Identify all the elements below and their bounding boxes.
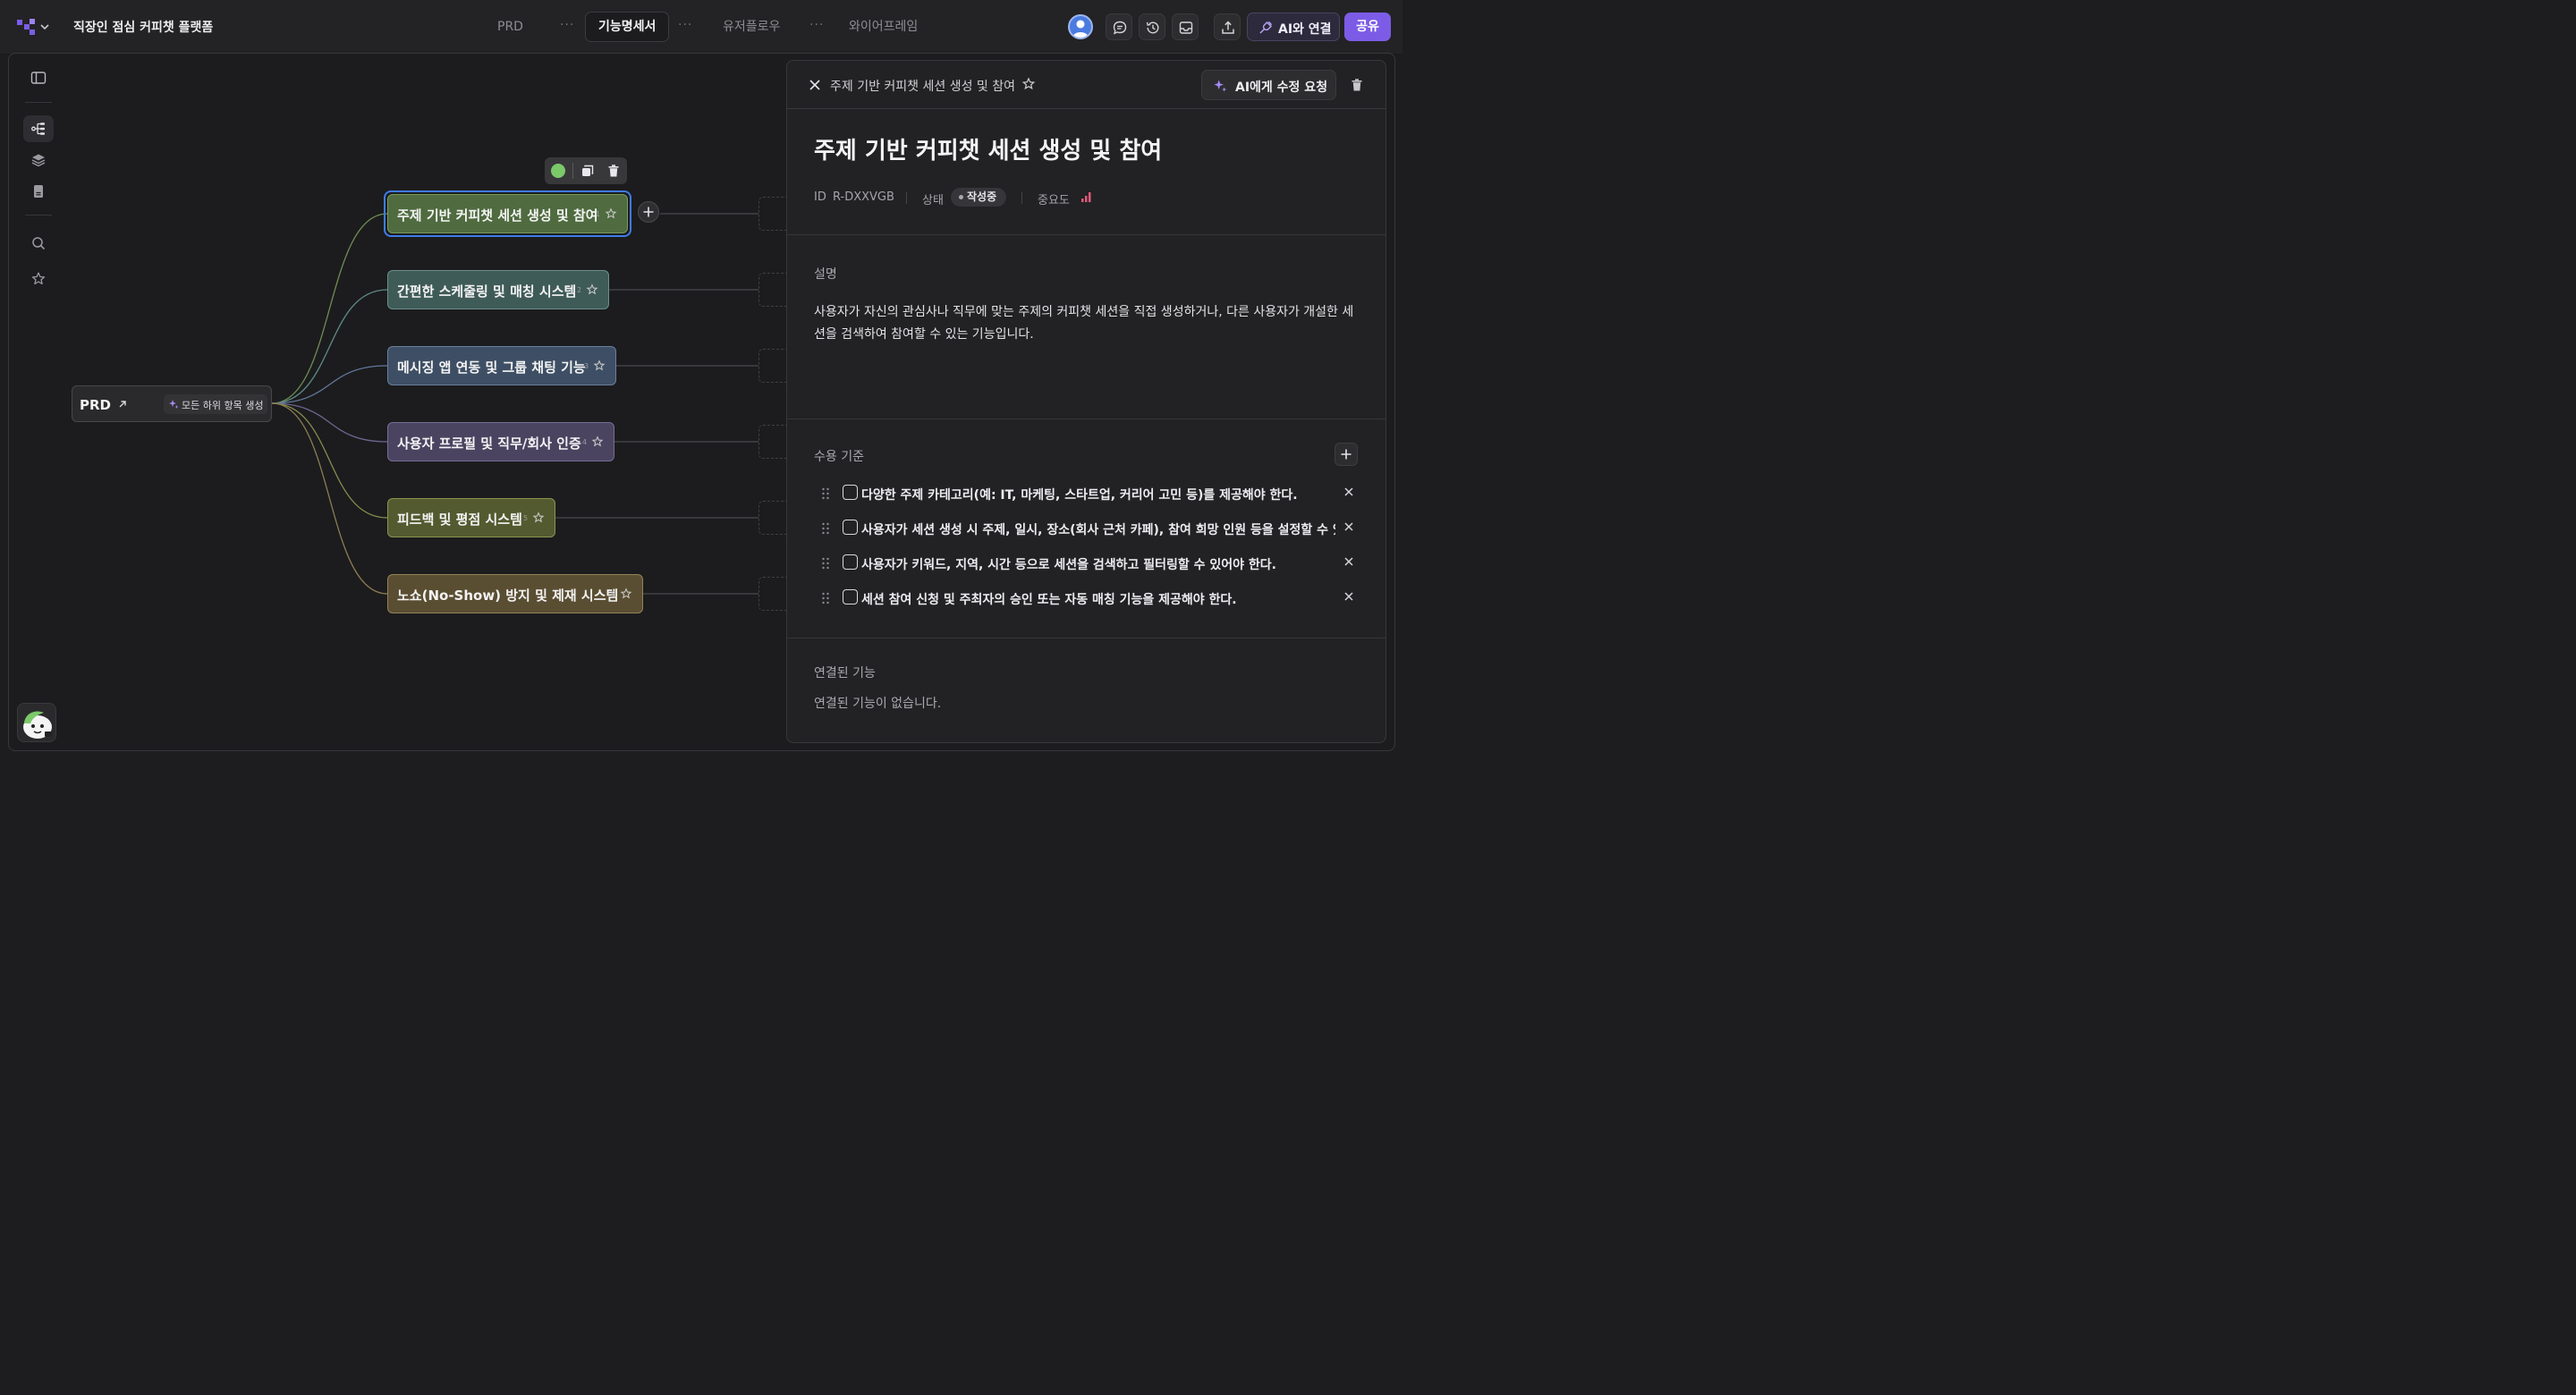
- feature-node-label: 간편한 스케줄링 및 매칭 시스템: [397, 283, 577, 300]
- feature-node-number: 2: [577, 286, 582, 294]
- feature-node-3[interactable]: 메시징 앱 연동 및 그룹 채팅 기능 3: [387, 346, 616, 385]
- acceptance-criteria-label: 수용 기준: [814, 450, 864, 464]
- open-arrow-icon[interactable]: [117, 399, 128, 410]
- node-status-color-button[interactable]: [551, 164, 565, 178]
- remove-criterion-icon[interactable]: [1343, 521, 1354, 532]
- feature-node-1[interactable]: 주제 기반 커피챗 세션 생성 및 참여 1: [387, 194, 628, 233]
- generate-all-children-button[interactable]: 모든 하위 항목 생성: [164, 394, 267, 414]
- star-icon[interactable]: [593, 359, 606, 372]
- feature-node-label: 메시징 앱 연동 및 그룹 채팅 기능: [397, 359, 586, 376]
- drag-handle-icon[interactable]: [821, 557, 830, 570]
- criterion-text[interactable]: 다양한 주제 카테고리(예: IT, 마케팅, 스타트업, 커리어 고민 등)를…: [861, 486, 1335, 503]
- remove-criterion-icon[interactable]: [1343, 486, 1354, 497]
- duplicate-icon[interactable]: [580, 164, 595, 178]
- remove-criterion-icon[interactable]: [1343, 556, 1354, 567]
- star-icon[interactable]: [1021, 77, 1036, 91]
- acceptance-criterion-row: 사용자가 세션 생성 시 주제, 일시, 장소(회사 근처 카페), 참여 희망…: [787, 514, 1385, 541]
- id-label: ID: [814, 190, 826, 204]
- status-value: 작성중: [967, 190, 997, 203]
- add-acceptance-criterion-button[interactable]: [1335, 443, 1358, 466]
- acceptance-criterion-row: 사용자가 키워드, 지역, 시간 등으로 세션을 검색하고 필터링할 수 있어야…: [787, 549, 1385, 576]
- panel-header: 주제 기반 커피챗 세션 생성 및 참여 AI에게 수정 요청: [787, 61, 1385, 109]
- criterion-checkbox[interactable]: [843, 520, 858, 535]
- feature-detail-panel: 주제 기반 커피챗 세션 생성 및 참여 AI에게 수정 요청 주제 기반 커피…: [786, 60, 1386, 743]
- ai-edit-request-button[interactable]: AI에게 수정 요청: [1201, 70, 1336, 100]
- drag-handle-icon[interactable]: [821, 487, 830, 500]
- priority-label: 중요도: [1038, 194, 1070, 207]
- drag-handle-icon[interactable]: [821, 522, 830, 535]
- feature-node-6[interactable]: 노쇼(No-Show) 방지 및 제재 시스템 6: [387, 574, 643, 613]
- plus-icon: [1341, 449, 1352, 460]
- feature-node-number: 5: [523, 514, 529, 522]
- node-toolbar: [545, 157, 627, 184]
- priority-bars-icon[interactable]: [1080, 190, 1093, 203]
- criterion-text[interactable]: 사용자가 세션 생성 시 주제, 일시, 장소(회사 근처 카페), 참여 희망…: [861, 520, 1335, 538]
- feature-node-number: 6: [611, 590, 616, 598]
- linked-features-label: 연결된 기능: [814, 666, 876, 681]
- root-node-label: PRD: [80, 397, 111, 413]
- criterion-text[interactable]: 세션 참여 신청 및 주최자의 승인 또는 자동 매칭 기능을 제공해야 한다.: [861, 590, 1335, 608]
- description-label: 설명: [814, 267, 837, 282]
- linked-features-empty: 연결된 기능이 없습니다.: [814, 697, 942, 711]
- sparkle-icon: [169, 400, 179, 409]
- criterion-text[interactable]: 사용자가 키워드, 지역, 시간 등으로 세션을 검색하고 필터링할 수 있어야…: [861, 555, 1335, 573]
- meta-divider: [1021, 192, 1022, 204]
- feature-node-number: 4: [582, 438, 588, 446]
- id-value: R-DXXVGB: [833, 190, 894, 204]
- feature-node-4[interactable]: 사용자 프로필 및 직무/회사 인증 4: [387, 422, 614, 461]
- feature-node-number: 1: [596, 210, 601, 218]
- child-node-stub: [758, 197, 787, 231]
- trash-icon[interactable]: [606, 164, 621, 178]
- criterion-checkbox[interactable]: [843, 554, 858, 570]
- star-icon[interactable]: [620, 588, 632, 600]
- feature-node-2[interactable]: 간편한 스케줄링 및 매칭 시스템 2: [387, 270, 609, 309]
- child-node-stub: [758, 577, 787, 611]
- star-icon[interactable]: [605, 207, 617, 220]
- trash-icon[interactable]: [1350, 78, 1364, 92]
- star-icon[interactable]: [591, 435, 604, 448]
- toolbar-divider: [572, 163, 573, 179]
- acceptance-criterion-row: 세션 참여 신청 및 주최자의 승인 또는 자동 매칭 기능을 제공해야 한다.: [787, 584, 1385, 611]
- child-node-stub: [758, 501, 787, 535]
- plus-icon: [643, 207, 654, 217]
- feature-title[interactable]: 주제 기반 커피챗 세션 생성 및 참여: [814, 132, 1162, 165]
- remove-criterion-icon[interactable]: [1343, 591, 1354, 602]
- acceptance-criterion-row: 다양한 주제 카테고리(예: IT, 마케팅, 스타트업, 커리어 고민 등)를…: [787, 479, 1385, 506]
- root-node-prd[interactable]: PRD 모든 하위 항목 생성: [72, 385, 272, 422]
- connector-root-to-node-6: [271, 402, 388, 595]
- meta-divider: [906, 192, 907, 204]
- sparkle-icon: [1214, 80, 1227, 92]
- section-divider: [787, 418, 1385, 419]
- connector-root-to-node-1: [271, 213, 388, 404]
- criterion-checkbox[interactable]: [843, 589, 858, 604]
- status-dot: [959, 195, 963, 199]
- ai-edit-request-label: AI에게 수정 요청: [1235, 80, 1328, 95]
- drag-handle-icon[interactable]: [821, 592, 830, 604]
- description-text[interactable]: 사용자가 자신의 관심사나 직무에 맞는 주제의 커피챗 세션을 직접 생성하거…: [814, 301, 1360, 346]
- panel-breadcrumb: 주제 기반 커피챗 세션 생성 및 참여: [830, 80, 1016, 94]
- status-badge[interactable]: 작성중: [951, 188, 1006, 207]
- child-node-stub: [758, 425, 787, 459]
- star-icon[interactable]: [532, 512, 545, 524]
- criterion-checkbox[interactable]: [843, 485, 858, 500]
- feature-node-number: 3: [584, 362, 589, 370]
- feature-node-label: 피드백 및 평점 시스템: [397, 512, 522, 528]
- feature-node-label: 주제 기반 커피챗 세션 생성 및 참여: [397, 207, 598, 224]
- close-icon[interactable]: [809, 79, 821, 91]
- child-node-stub: [758, 349, 787, 383]
- feature-node-5[interactable]: 피드백 및 평점 시스템 5: [387, 498, 555, 537]
- status-label: 상태: [922, 194, 944, 207]
- section-divider: [787, 234, 1385, 235]
- feature-node-label: 노쇼(No-Show) 방지 및 제재 시스템: [397, 588, 619, 604]
- generate-all-children-label: 모든 하위 항목 생성: [182, 400, 264, 411]
- star-icon[interactable]: [586, 283, 598, 296]
- feature-node-label: 사용자 프로필 및 직무/회사 인증: [397, 435, 581, 452]
- child-node-stub: [758, 273, 787, 307]
- add-child-node-button[interactable]: [638, 201, 659, 223]
